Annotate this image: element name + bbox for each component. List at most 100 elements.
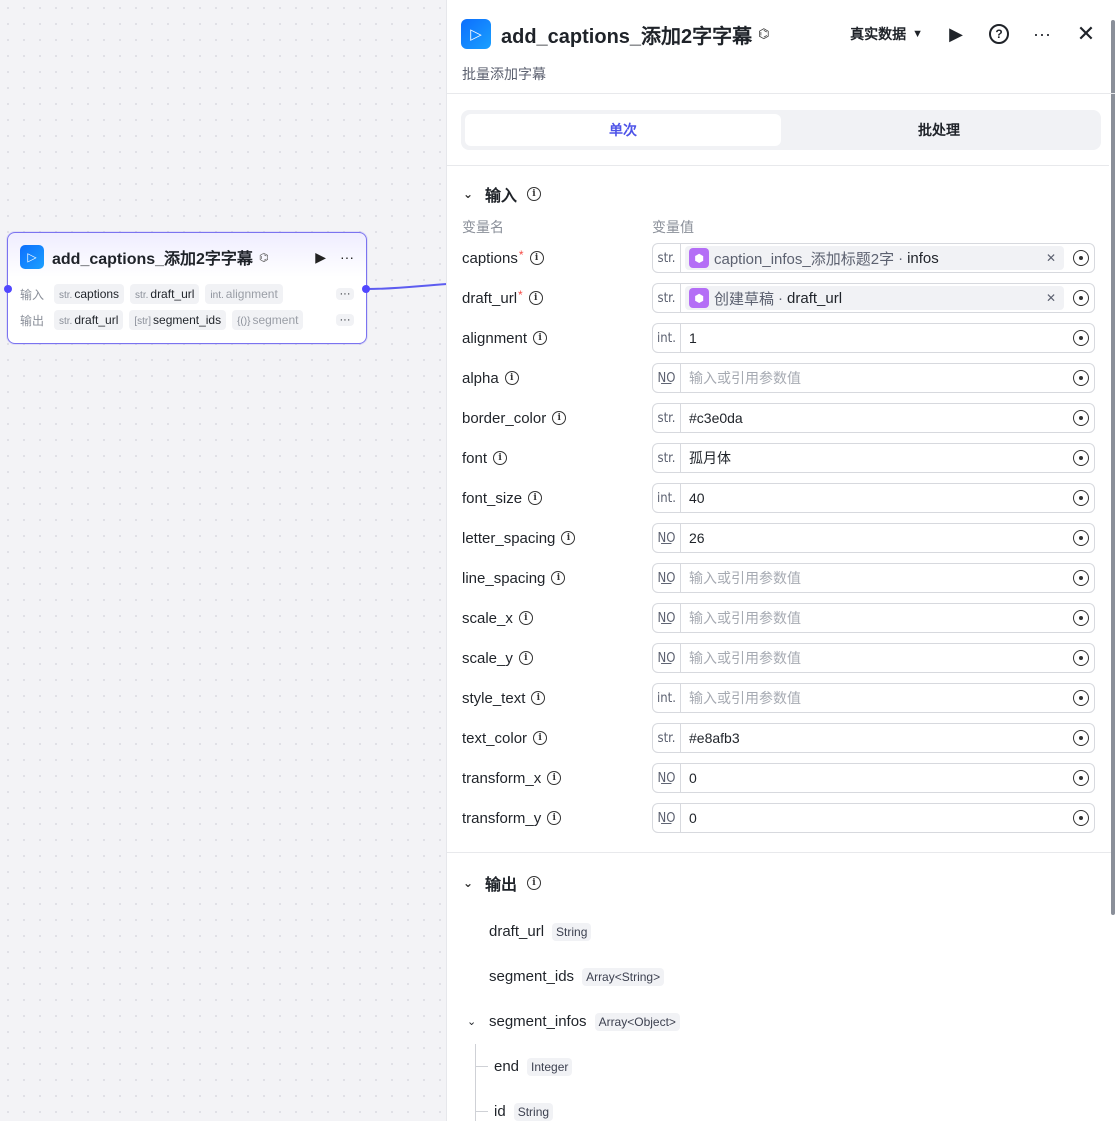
- info-icon[interactable]: i: [533, 331, 548, 345]
- reference-picker-icon[interactable]: [1068, 610, 1094, 626]
- param-value-field[interactable]: str. 孤月体: [652, 443, 1095, 473]
- node-outputs-more-button[interactable]: ···: [336, 314, 354, 326]
- output-type-badge: String: [552, 922, 592, 941]
- param-value-input[interactable]: 孤月体: [681, 448, 1068, 468]
- divider: [447, 852, 1115, 853]
- param-value-field[interactable]: int. 1: [652, 323, 1095, 353]
- reference-picker-icon[interactable]: [1068, 490, 1094, 506]
- run-icon[interactable]: ▶: [945, 24, 967, 45]
- param-value-field[interactable]: N͟O 输入或引用参数值: [652, 563, 1095, 593]
- chevron-down-icon[interactable]: ⌄: [463, 876, 475, 890]
- node-more-icon[interactable]: ···: [340, 249, 354, 265]
- param-row: alignment i int. 1: [462, 318, 1115, 358]
- reference-chip[interactable]: ⬢ caption_infos_添加标题2字 · infos ✕: [685, 246, 1064, 270]
- param-value-input[interactable]: 26: [681, 530, 1068, 546]
- reference-picker-icon[interactable]: [1068, 250, 1094, 266]
- param-value-field[interactable]: int. 输入或引用参数值: [652, 683, 1095, 713]
- param-name-label: style_text: [462, 689, 526, 707]
- param-value-input[interactable]: 40: [681, 490, 1068, 506]
- reference-chip[interactable]: ⬢ 创建草稿 · draft_url ✕: [685, 286, 1064, 310]
- input-section-header[interactable]: ⌄ 输入 i: [463, 182, 1115, 206]
- param-name: draft_url * i: [462, 288, 652, 307]
- param-value-field[interactable]: str. ⬢ caption_infos_添加标题2字 · infos ✕: [652, 243, 1095, 273]
- help-icon[interactable]: ?: [989, 24, 1009, 44]
- clear-ref-icon[interactable]: ✕: [1046, 251, 1060, 265]
- info-icon[interactable]: i: [547, 771, 562, 785]
- param-value-field[interactable]: N͟O 26: [652, 523, 1095, 553]
- node-output-chip: str. draft_url: [54, 310, 124, 330]
- run-node-icon[interactable]: ▶: [315, 249, 326, 266]
- param-value-field[interactable]: N͟O 0: [652, 803, 1095, 833]
- info-icon[interactable]: i: [527, 187, 542, 201]
- workflow-node[interactable]: ▷ add_captions_添加2字字幕 ⌬ ▶ ··· 输入 str. cap…: [4, 232, 370, 344]
- more-icon[interactable]: ···: [1031, 24, 1053, 45]
- reference-picker-icon[interactable]: [1068, 570, 1094, 586]
- param-value-input[interactable]: 输入或引用参数值: [681, 368, 1068, 388]
- reference-picker-icon[interactable]: [1068, 530, 1094, 546]
- output-section-header[interactable]: ⌄ 输出 i: [463, 871, 1115, 895]
- info-icon[interactable]: i: [529, 251, 544, 265]
- input-section-title: 输入: [485, 188, 518, 205]
- info-icon[interactable]: i: [527, 876, 542, 890]
- info-icon[interactable]: i: [518, 651, 533, 665]
- param-value-input[interactable]: 0: [681, 810, 1068, 826]
- panel-scrollbar[interactable]: [1111, 20, 1115, 915]
- param-type-badge: str.: [653, 284, 681, 312]
- info-icon[interactable]: i: [528, 291, 543, 305]
- param-row: captions * i str. ⬢ caption_infos_添加标题2字 · info…: [462, 238, 1115, 278]
- info-icon[interactable]: i: [531, 691, 546, 705]
- param-value-input[interactable]: 1: [681, 330, 1068, 346]
- reference-picker-icon[interactable]: [1068, 330, 1094, 346]
- info-icon[interactable]: i: [528, 491, 543, 505]
- plugin-logo-icon: ▷: [461, 19, 491, 49]
- tab-batch[interactable]: 批处理: [781, 114, 1097, 146]
- param-value-field[interactable]: N͟O 输入或引用参数值: [652, 603, 1095, 633]
- info-icon[interactable]: i: [552, 411, 567, 425]
- param-value-field[interactable]: str. ⬢ 创建草稿 · draft_url ✕: [652, 283, 1095, 313]
- reference-picker-icon[interactable]: [1068, 290, 1094, 306]
- info-icon[interactable]: i: [533, 731, 548, 745]
- info-icon[interactable]: i: [561, 531, 576, 545]
- param-value-field[interactable]: str. #e8afb3: [652, 723, 1095, 753]
- param-value-input[interactable]: #e8afb3: [681, 730, 1068, 746]
- param-value-field[interactable]: N͟O 输入或引用参数值: [652, 643, 1095, 673]
- node-inputs-row: 输入 str. captions str. draft_url int. alignm…: [8, 281, 366, 307]
- reference-picker-icon[interactable]: [1068, 690, 1094, 706]
- chevron-down-icon[interactable]: ⌄: [463, 187, 475, 201]
- chevron-down-icon[interactable]: ⌄: [467, 1015, 476, 1028]
- info-icon[interactable]: i: [518, 611, 533, 625]
- param-value-input[interactable]: #c3e0da: [681, 410, 1068, 426]
- info-icon[interactable]: i: [547, 811, 562, 825]
- reference-picker-icon[interactable]: [1068, 450, 1094, 466]
- info-icon[interactable]: i: [551, 571, 566, 585]
- param-name-label: draft_url: [462, 289, 518, 307]
- reference-picker-icon[interactable]: [1068, 370, 1094, 386]
- close-icon[interactable]: ✕: [1075, 21, 1097, 47]
- param-value-field[interactable]: N͟O 输入或引用参数值: [652, 363, 1095, 393]
- param-name: scale_x i: [462, 610, 652, 627]
- info-icon[interactable]: i: [504, 371, 519, 385]
- reference-picker-icon[interactable]: [1068, 730, 1094, 746]
- reference-picker-icon[interactable]: [1068, 410, 1094, 426]
- param-value-input[interactable]: 0: [681, 770, 1068, 786]
- param-value-input[interactable]: 输入或引用参数值: [681, 648, 1068, 668]
- reference-picker-icon[interactable]: [1068, 810, 1094, 826]
- param-type-badge: str.: [653, 444, 681, 472]
- param-value-input[interactable]: 输入或引用参数值: [681, 688, 1068, 708]
- reference-picker-icon[interactable]: [1068, 770, 1094, 786]
- node-input-port[interactable]: [4, 285, 12, 293]
- param-value-field[interactable]: int. 40: [652, 483, 1095, 513]
- node-inputs-more-button[interactable]: ···: [336, 288, 354, 300]
- output-list: draft_url String segment_ids Array<Strin…: [467, 909, 1115, 1121]
- param-value-input[interactable]: 输入或引用参数值: [681, 608, 1068, 628]
- param-value-field[interactable]: N͟O 0: [652, 763, 1095, 793]
- node-output-port[interactable]: [362, 285, 370, 293]
- reference-picker-icon[interactable]: [1068, 650, 1094, 666]
- param-value-input[interactable]: 输入或引用参数值: [681, 568, 1068, 588]
- tab-single[interactable]: 单次: [465, 114, 781, 146]
- param-value-field[interactable]: str. #c3e0da: [652, 403, 1095, 433]
- data-mode-dropdown[interactable]: 真实数据 ▼: [850, 24, 923, 44]
- node-title: add_captions_添加2字字幕: [52, 251, 253, 268]
- info-icon[interactable]: i: [493, 451, 508, 465]
- clear-ref-icon[interactable]: ✕: [1046, 291, 1060, 305]
